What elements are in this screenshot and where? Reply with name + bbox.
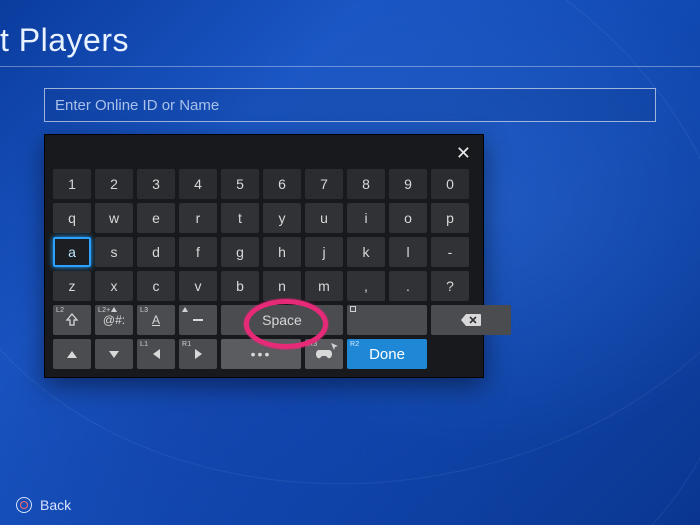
chevron-down-icon [109, 351, 119, 358]
key-8[interactable]: 8 [347, 169, 385, 199]
controller-input-key[interactable]: R3 [305, 339, 343, 369]
key-s[interactable]: s [95, 237, 133, 267]
more-options-key[interactable]: ••• [221, 339, 301, 369]
key-.[interactable]: . [389, 271, 427, 301]
key-j[interactable]: j [305, 237, 343, 267]
key-i[interactable]: i [347, 203, 385, 233]
dpad-right-key[interactable]: R1 [179, 339, 217, 369]
keyboard-row-numbers: 1234567890 [53, 169, 475, 199]
backspace-icon [460, 313, 482, 327]
keyboard-row-nav: L1 R1 ••• R3 R2 Done [53, 339, 475, 369]
key-e[interactable]: e [137, 203, 175, 233]
key-2[interactable]: 2 [95, 169, 133, 199]
key-y[interactable]: y [263, 203, 301, 233]
key-p[interactable]: p [431, 203, 469, 233]
key-m[interactable]: m [305, 271, 343, 301]
key-9[interactable]: 9 [389, 169, 427, 199]
key-x[interactable]: x [95, 271, 133, 301]
key-1[interactable]: 1 [53, 169, 91, 199]
keyboard-row-letters-1: qwertyuiop [53, 203, 475, 233]
square-corner-label [350, 307, 356, 315]
symbols-key[interactable]: L2+ @#: [95, 305, 133, 335]
cursor-arrow-icon [331, 343, 339, 351]
key-w[interactable]: w [95, 203, 133, 233]
symbols-label: @#: [103, 313, 125, 327]
letters-label: A [152, 313, 160, 327]
key-4[interactable]: 4 [179, 169, 217, 199]
chevron-right-icon [195, 349, 202, 359]
back-label: Back [40, 497, 71, 513]
key-3[interactable]: 3 [137, 169, 175, 199]
blank-key[interactable] [347, 305, 427, 335]
key-a[interactable]: a [53, 237, 91, 267]
dpad-left-key[interactable]: L1 [137, 339, 175, 369]
dash-icon [193, 319, 203, 321]
circle-button-icon [16, 497, 32, 513]
controller-corner-label: R3 [308, 341, 317, 348]
on-screen-keyboard: ✕ 1234567890 qwertyuiop asdfghjkl- zxcvb… [44, 134, 484, 378]
key-g[interactable]: g [221, 237, 259, 267]
key-v[interactable]: v [179, 271, 217, 301]
key-0[interactable]: 0 [431, 169, 469, 199]
accent-corner-label [182, 307, 188, 314]
keyboard-row-modifiers: L2 L2+ @#: L3 A Space [53, 305, 475, 335]
letters-mode-key[interactable]: L3 A [137, 305, 175, 335]
key-z[interactable]: z [53, 271, 91, 301]
key-5[interactable]: 5 [221, 169, 259, 199]
key-f[interactable]: f [179, 237, 217, 267]
key-h[interactable]: h [263, 237, 301, 267]
key-6[interactable]: 6 [263, 169, 301, 199]
backspace-key[interactable] [431, 305, 511, 335]
key-t[interactable]: t [221, 203, 259, 233]
key-q[interactable]: q [53, 203, 91, 233]
key-n[interactable]: n [263, 271, 301, 301]
key-,[interactable]: , [347, 271, 385, 301]
shift-icon [65, 313, 79, 327]
dpad-up-key[interactable] [53, 339, 91, 369]
key-b[interactable]: b [221, 271, 259, 301]
done-label: Done [369, 346, 405, 363]
key--[interactable]: - [431, 237, 469, 267]
footer-back[interactable]: Back [16, 497, 71, 513]
online-id-input[interactable]: Enter Online ID or Name [44, 88, 656, 122]
title-divider [0, 66, 700, 67]
shift-key[interactable]: L2 [53, 305, 91, 335]
space-key[interactable]: Space [221, 305, 343, 335]
done-corner-label: R2 [350, 341, 359, 348]
letters-corner-label: L3 [140, 307, 148, 314]
page-title: t Players [0, 22, 129, 59]
shift-corner-label: L2 [56, 307, 64, 314]
chevron-left-icon [153, 349, 160, 359]
ellipsis-icon: ••• [251, 346, 272, 362]
dpad-right-corner: R1 [182, 341, 191, 348]
key-u[interactable]: u [305, 203, 343, 233]
chevron-up-icon [67, 351, 77, 358]
key-k[interactable]: k [347, 237, 385, 267]
key-?[interactable]: ? [431, 271, 469, 301]
symbols-corner-label: L2+ [98, 307, 117, 314]
accent-key[interactable] [179, 305, 217, 335]
key-7[interactable]: 7 [305, 169, 343, 199]
dpad-down-key[interactable] [95, 339, 133, 369]
input-placeholder: Enter Online ID or Name [55, 97, 219, 114]
key-o[interactable]: o [389, 203, 427, 233]
key-c[interactable]: c [137, 271, 175, 301]
keyboard-close-button[interactable]: ✕ [452, 143, 475, 164]
keyboard-row-letters-2: asdfghjkl- [53, 237, 475, 267]
dpad-left-corner: L1 [140, 341, 148, 348]
key-r[interactable]: r [179, 203, 217, 233]
key-l[interactable]: l [389, 237, 427, 267]
key-d[interactable]: d [137, 237, 175, 267]
space-label: Space [262, 312, 302, 328]
keyboard-row-letters-3: zxcvbnm,.? [53, 271, 475, 301]
done-button[interactable]: R2 Done [347, 339, 427, 369]
